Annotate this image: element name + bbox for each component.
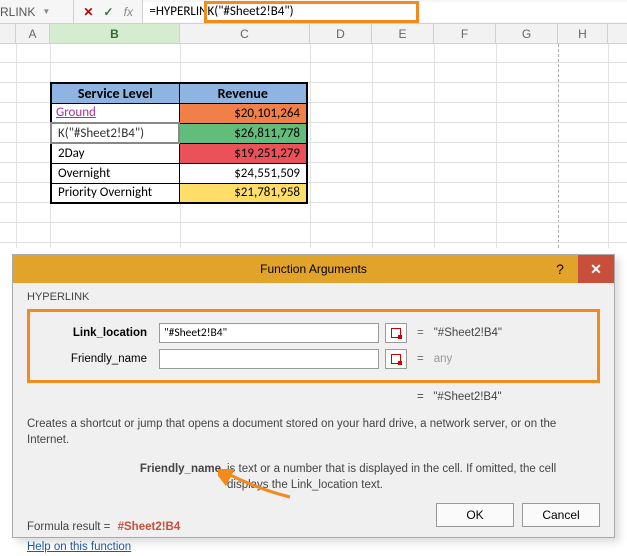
col-header[interactable]: B	[50, 24, 180, 43]
fx-icon[interactable]: fx	[120, 5, 136, 19]
col-header[interactable]: H	[558, 24, 608, 43]
link-location-input[interactable]	[159, 323, 379, 343]
formula-bar: RLINK ▼ ✕ ✓ fx	[0, 0, 627, 24]
confirm-formula-icon[interactable]: ✓	[100, 5, 116, 19]
titlebar-controls: ? ✕	[542, 255, 614, 283]
formula-result-value: #Sheet2!B4	[114, 521, 181, 533]
help-link[interactable]: Help on this function	[27, 541, 131, 553]
cell-revenue[interactable]: $19,251,279	[179, 143, 307, 163]
dialog-titlebar[interactable]: Function Arguments ? ✕	[13, 255, 614, 283]
close-icon[interactable]: ✕	[578, 255, 614, 283]
select-all-corner[interactable]	[0, 24, 16, 43]
cell-revenue[interactable]: $26,811,778	[179, 123, 307, 143]
name-box-dropdown-icon[interactable]: ▼	[39, 3, 53, 21]
preview-value: "#Sheet2!B4"	[433, 391, 501, 403]
table-row: Ground $20,101,264	[51, 103, 307, 123]
formula-buttons: ✕ ✓ fx	[73, 0, 142, 23]
formula-input[interactable]	[143, 2, 627, 22]
preview-row: = "#Sheet2!B4"	[27, 389, 600, 407]
dialog-body: HYPERLINK Link_location = "#Sheet2!B4" F…	[13, 283, 614, 537]
collapse-dialog-icon[interactable]	[385, 349, 407, 369]
cell-service[interactable]: Priority Overnight	[51, 183, 179, 203]
table-row: 2Day $19,251,279	[51, 143, 307, 163]
arg-row-link-location: Link_location = "#Sheet2!B4"	[38, 320, 589, 346]
arg-label: Friendly_name	[38, 353, 153, 365]
ok-button[interactable]: OK	[436, 503, 514, 527]
table-row: Priority Overnight $21,781,958	[51, 183, 307, 203]
collapse-dialog-icon[interactable]	[385, 323, 407, 343]
dialog-buttons: OK Cancel	[436, 503, 600, 527]
param-desc-text: is text or a number that is displayed in…	[227, 462, 600, 493]
cell-service[interactable]: Overnight	[51, 163, 179, 183]
col-header[interactable]: D	[310, 24, 372, 43]
column-header-revenue[interactable]: Revenue	[179, 83, 307, 103]
function-arguments-dialog: Function Arguments ? ✕ HYPERLINK Link_lo…	[12, 254, 615, 538]
table-row: Overnight $24,551,509	[51, 163, 307, 183]
friendly-name-input[interactable]	[159, 349, 379, 369]
cell-service[interactable]: Ground	[51, 103, 179, 123]
cancel-formula-icon[interactable]: ✕	[80, 5, 96, 19]
parameter-description: Friendly_name is text or a number that i…	[27, 462, 600, 493]
column-headers: A B C D E F G H	[0, 24, 627, 44]
arg-result: any	[434, 353, 453, 365]
col-header[interactable]: A	[16, 24, 50, 43]
param-desc-label: Friendly_name	[27, 462, 227, 493]
preview-eq: =	[417, 391, 424, 403]
arguments-box: Link_location = "#Sheet2!B4" Friendly_na…	[27, 309, 600, 383]
cell-revenue[interactable]: $24,551,509	[179, 163, 307, 183]
cancel-button[interactable]: Cancel	[522, 503, 600, 527]
col-header[interactable]: F	[434, 24, 496, 43]
data-table: Service Level Revenue Ground $20,101,264…	[50, 82, 308, 204]
formula-input-wrap	[142, 0, 627, 23]
table-row: K("#Sheet2!B4") $26,811,778	[51, 123, 307, 143]
col-header[interactable]: C	[180, 24, 310, 43]
col-header[interactable]: E	[372, 24, 434, 43]
help-icon[interactable]: ?	[542, 255, 578, 283]
table-header-row: Service Level Revenue	[51, 83, 307, 103]
formula-result-label: Formula result =	[27, 521, 110, 533]
equals-sign: =	[413, 353, 428, 365]
arg-row-friendly-name: Friendly_name = any	[38, 346, 589, 372]
cell-revenue[interactable]: $21,781,958	[179, 183, 307, 203]
equals-sign: =	[413, 327, 428, 339]
cell-service-editing[interactable]: K("#Sheet2!B4")	[51, 123, 179, 143]
arg-result: "#Sheet2!B4"	[434, 327, 502, 339]
cell-revenue[interactable]: $20,101,264	[179, 103, 307, 123]
arg-label: Link_location	[38, 327, 153, 339]
dialog-title: Function Arguments	[260, 262, 367, 276]
cell-service[interactable]: 2Day	[51, 143, 179, 163]
function-description: Creates a shortcut or jump that opens a …	[27, 417, 600, 448]
name-box[interactable]: RLINK	[0, 5, 39, 19]
column-header-service[interactable]: Service Level	[51, 83, 179, 103]
col-header[interactable]: G	[496, 24, 558, 43]
function-name-label: HYPERLINK	[27, 291, 600, 303]
worksheet-grid[interactable]: Service Level Revenue Ground $20,101,264…	[0, 44, 627, 248]
